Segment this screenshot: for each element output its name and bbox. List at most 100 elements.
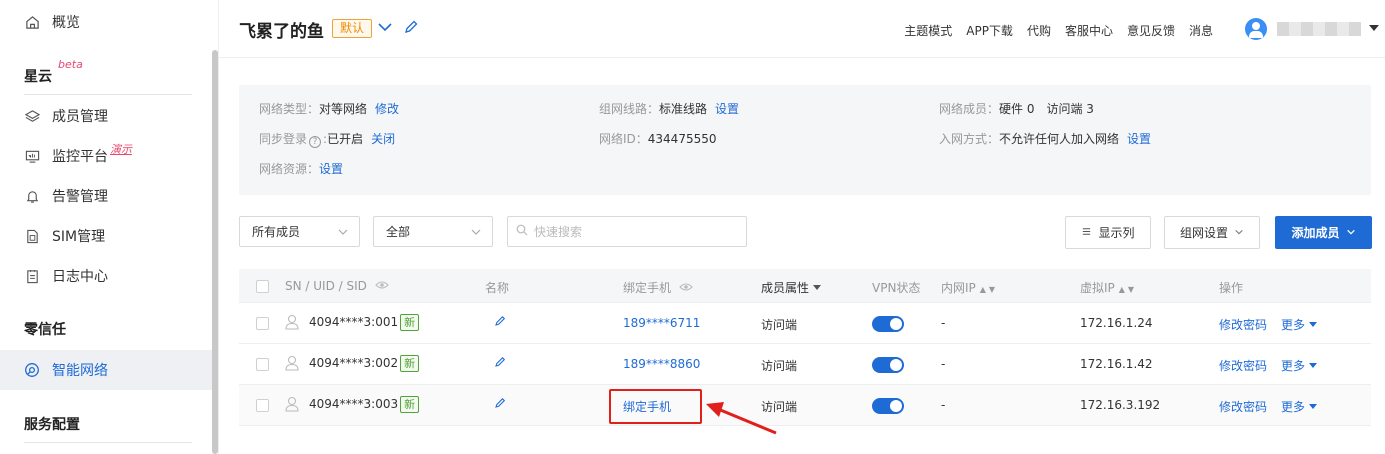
sidebar-item-smart-network[interactable]: 智能网络 bbox=[0, 350, 212, 390]
chevron-down-icon bbox=[1346, 226, 1356, 240]
row-checkbox[interactable] bbox=[256, 399, 269, 412]
sync-value: 已开启 bbox=[327, 132, 364, 146]
sidebar-scrollbar[interactable] bbox=[212, 50, 218, 454]
more-menu[interactable]: 更多 bbox=[1281, 316, 1318, 333]
phone-link[interactable]: 189****6711 bbox=[623, 316, 700, 330]
sidebar-item-monitor[interactable]: 监控平台 bbox=[0, 136, 212, 176]
caret-down-icon bbox=[813, 285, 822, 290]
network-info-panel: 网络类型：对等网络 修改 组网线路：标准线路 设置 网络成员：硬件 0 访问端 3 … bbox=[239, 85, 1371, 195]
table-header: SN / UID / SID 名称 绑定手机 成员属性 VPN状态 内网IP ▲▼… bbox=[239, 269, 1371, 303]
modify-network-type-link[interactable]: 修改 bbox=[375, 102, 399, 116]
edit-name-icon[interactable] bbox=[403, 19, 419, 39]
status-filter-value: 全部 bbox=[386, 225, 411, 239]
row-checkbox[interactable] bbox=[256, 317, 269, 330]
sync-login: 同步登录?:已开启 关闭 bbox=[259, 132, 396, 148]
columns-button[interactable]: 显示列 bbox=[1065, 216, 1151, 249]
app-root: 概览 星云 beta 成员管理 监控平台 演示 告警管理 SIM管理 日志中心 … bbox=[0, 0, 1385, 454]
eye-icon[interactable] bbox=[374, 279, 389, 293]
avatar[interactable] bbox=[1245, 18, 1267, 40]
edit-name-icon[interactable] bbox=[494, 397, 506, 412]
lan-ip-value: - bbox=[941, 398, 946, 412]
add-member-button[interactable]: 添加成员 bbox=[1275, 216, 1372, 249]
chevron-down-icon bbox=[1234, 226, 1244, 240]
members-table: SN / UID / SID 名称 绑定手机 成员属性 VPN状态 内网IP ▲▼… bbox=[239, 269, 1371, 426]
network-name: 飞累了的鱼 bbox=[239, 22, 324, 42]
sidebar-item-overview[interactable]: 概览 bbox=[0, 2, 212, 42]
table-row: 4094****3:001 新 189****6711 访问端 - 172.16.… bbox=[239, 303, 1371, 344]
network-resources: 网络资源：设置 bbox=[259, 160, 343, 177]
col-header-attr[interactable]: 成员属性 bbox=[761, 279, 822, 296]
help-icon[interactable]: ? bbox=[309, 136, 322, 148]
divider bbox=[24, 94, 192, 95]
row-checkbox[interactable] bbox=[256, 358, 269, 371]
user-icon bbox=[285, 355, 299, 374]
status-filter-select[interactable]: 全部 bbox=[373, 216, 493, 247]
change-password-link[interactable]: 修改密码 bbox=[1219, 398, 1267, 415]
search-input[interactable] bbox=[534, 224, 734, 239]
change-password-link[interactable]: 修改密码 bbox=[1219, 357, 1267, 374]
edit-name-icon[interactable] bbox=[494, 315, 506, 330]
change-password-link[interactable]: 修改密码 bbox=[1219, 316, 1267, 333]
vpn-toggle[interactable] bbox=[872, 357, 904, 373]
members-label: 网络成员： bbox=[939, 102, 1000, 116]
user-menu-caret-icon[interactable] bbox=[1369, 25, 1379, 31]
section-title-xingyun: 星云 bbox=[24, 69, 52, 85]
nav-feedback[interactable]: 意见反馈 bbox=[1127, 22, 1175, 39]
join-label: 入网方式： bbox=[939, 132, 1000, 146]
virtual-ip-value: 172.16.1.24 bbox=[1080, 316, 1153, 330]
route-settings-link[interactable]: 设置 bbox=[715, 102, 739, 116]
col-header-virtual-ip[interactable]: 虚拟IP ▲▼ bbox=[1080, 279, 1137, 296]
nav-theme-mode[interactable]: 主题模式 bbox=[904, 22, 952, 39]
disable-sync-link[interactable]: 关闭 bbox=[371, 132, 395, 146]
join-settings-link[interactable]: 设置 bbox=[1127, 132, 1151, 146]
sn-value: 4094****3:003 bbox=[309, 397, 399, 411]
sidebar-item-alerts[interactable]: 告警管理 bbox=[0, 176, 212, 216]
edit-name-icon[interactable] bbox=[494, 356, 506, 371]
network-type-label: 网络类型： bbox=[259, 102, 320, 116]
route-label: 组网线路： bbox=[599, 102, 660, 116]
sidebar-item-sim[interactable]: SIM管理 bbox=[0, 216, 212, 256]
more-menu[interactable]: 更多 bbox=[1281, 357, 1318, 374]
sn-cell: 4094****3:001 新 bbox=[309, 314, 420, 331]
vpn-toggle[interactable] bbox=[872, 316, 904, 332]
search-box bbox=[507, 216, 747, 247]
col-header-lan-ip-label: 内网IP bbox=[941, 281, 976, 295]
more-label: 更多 bbox=[1281, 359, 1306, 373]
col-header-lan-ip[interactable]: 内网IP ▲▼ bbox=[941, 279, 998, 296]
eye-icon[interactable] bbox=[679, 281, 693, 295]
demo-tag: 演示 bbox=[110, 143, 132, 156]
sidebar-item-label: 概览 bbox=[52, 15, 80, 31]
nav-support[interactable]: 客服中心 bbox=[1065, 22, 1113, 39]
caret-down-icon bbox=[1309, 363, 1318, 368]
nav-purchase[interactable]: 代购 bbox=[1027, 22, 1051, 39]
section-title-zero-trust: 零信任 bbox=[24, 322, 66, 338]
virtual-ip-value: 172.16.3.192 bbox=[1080, 398, 1161, 412]
more-menu[interactable]: 更多 bbox=[1281, 398, 1318, 415]
chevron-down-icon bbox=[470, 226, 482, 241]
select-all-checkbox[interactable] bbox=[256, 280, 269, 293]
route: 组网线路：标准线路 设置 bbox=[599, 100, 739, 117]
nav-app-download[interactable]: APP下载 bbox=[966, 22, 1013, 39]
default-badge: 默认 bbox=[332, 19, 373, 38]
group-settings-button[interactable]: 组网设置 bbox=[1164, 216, 1260, 249]
sn-value: 4094****3:002 bbox=[309, 356, 399, 370]
vpn-toggle[interactable] bbox=[872, 398, 904, 414]
chevron-down-icon[interactable] bbox=[377, 19, 393, 39]
resource-settings-link[interactable]: 设置 bbox=[319, 162, 343, 176]
section-title-service-config: 服务配置 bbox=[24, 417, 80, 433]
route-value: 标准线路 bbox=[659, 102, 708, 116]
sidebar-item-logs[interactable]: 日志中心 bbox=[0, 256, 212, 296]
phone-link[interactable]: 189****8860 bbox=[623, 357, 700, 371]
user-name-redacted[interactable] bbox=[1277, 22, 1361, 36]
table-row: 4094****3:003 新 绑定手机 访问端 - 172.16.3.192 修… bbox=[239, 385, 1371, 426]
top-nav: 主题模式 APP下载 代购 客服中心 意见反馈 消息 bbox=[904, 22, 1213, 39]
network-type-value: 对等网络 bbox=[319, 102, 368, 116]
chevron-down-icon bbox=[337, 226, 349, 241]
home-icon bbox=[24, 14, 40, 30]
col-header-phone-label: 绑定手机 bbox=[623, 281, 672, 295]
sn-value: 4094****3:001 bbox=[309, 315, 399, 329]
nav-messages[interactable]: 消息 bbox=[1189, 22, 1213, 39]
sync-label: 同步登录 bbox=[259, 132, 308, 146]
member-filter-select[interactable]: 所有成员 bbox=[239, 216, 360, 247]
sidebar-item-members[interactable]: 成员管理 bbox=[0, 96, 212, 136]
